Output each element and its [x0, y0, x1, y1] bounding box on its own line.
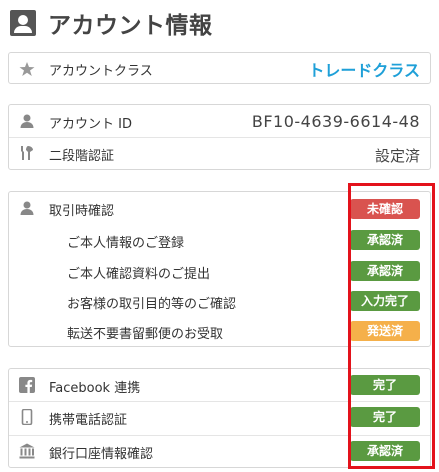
star-icon	[19, 62, 35, 76]
bank-icon	[19, 443, 35, 459]
verification-card: 取引時確認 未確認 ご本人情報のご登録 承認済 ご本人確認資料のご提出 承認済 …	[8, 191, 431, 347]
verification-item-label: ご本人情報のご登録	[67, 236, 185, 251]
account-id-value: BF10-4639-6614-48	[251, 112, 420, 131]
page-title: アカウント情報	[48, 13, 213, 39]
user-icon	[20, 201, 34, 215]
verification-status-badge: 未確認	[350, 199, 420, 219]
account-security-card: アカウント ID BF10-4639-6614-48 二段階認証 設定済	[8, 104, 431, 170]
integration-status-badge: 完了	[350, 375, 420, 395]
divider	[9, 401, 430, 402]
facebook-icon	[19, 377, 35, 393]
verification-item-label: 転送不要書留郵便のお受取	[67, 327, 224, 342]
account-id-label: アカウント ID	[49, 117, 132, 132]
verification-item-label: お客様の取引目的等のご確認	[67, 297, 237, 312]
verification-item-status-badge: 発送済	[350, 321, 420, 341]
mobile-icon	[21, 409, 33, 425]
integration-label: Facebook 連携	[49, 381, 141, 396]
user-icon	[20, 114, 34, 128]
integration-status-badge: 承認済	[350, 441, 420, 461]
divider	[9, 137, 430, 138]
verification-item-status-badge: 承認済	[350, 261, 420, 281]
verification-item-label: ご本人確認資料のご提出	[67, 267, 211, 282]
account-class-value: トレードクラス	[308, 61, 420, 80]
tools-icon	[21, 146, 33, 160]
page-header: アカウント情報	[10, 8, 213, 39]
divider	[9, 435, 430, 436]
verification-item-status-badge: 承認済	[350, 230, 420, 250]
integration-status-badge: 完了	[350, 407, 420, 427]
two-factor-value: 設定済	[374, 147, 420, 165]
verification-item-status-badge: 入力完了	[350, 291, 420, 311]
two-factor-label: 二段階認証	[49, 149, 115, 164]
integration-label: 銀行口座情報確認	[49, 447, 154, 462]
user-icon	[10, 10, 36, 36]
account-class-card: アカウントクラス トレードクラス	[8, 52, 431, 84]
integration-label: 携帯電話認証	[49, 413, 128, 428]
account-class-label: アカウントクラス	[49, 64, 153, 79]
verification-label: 取引時確認	[49, 204, 115, 219]
integrations-card: Facebook 連携 完了 携帯電話認証 完了 銀行口座情報確認 承認済	[8, 368, 431, 468]
